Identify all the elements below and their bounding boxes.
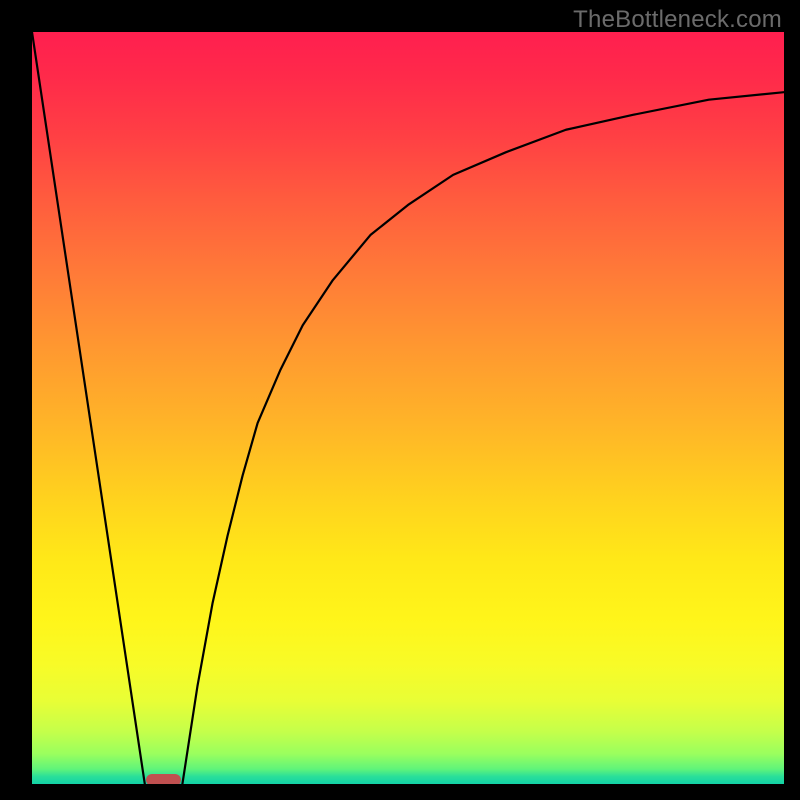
minimum-marker (146, 774, 181, 784)
series-right-curve (182, 92, 784, 784)
series-left-line (32, 32, 145, 784)
watermark-text: TheBottleneck.com (573, 6, 782, 34)
chart-frame: TheBottleneck.com (0, 0, 800, 800)
plot-area (32, 32, 784, 784)
curve-layer (32, 32, 784, 784)
